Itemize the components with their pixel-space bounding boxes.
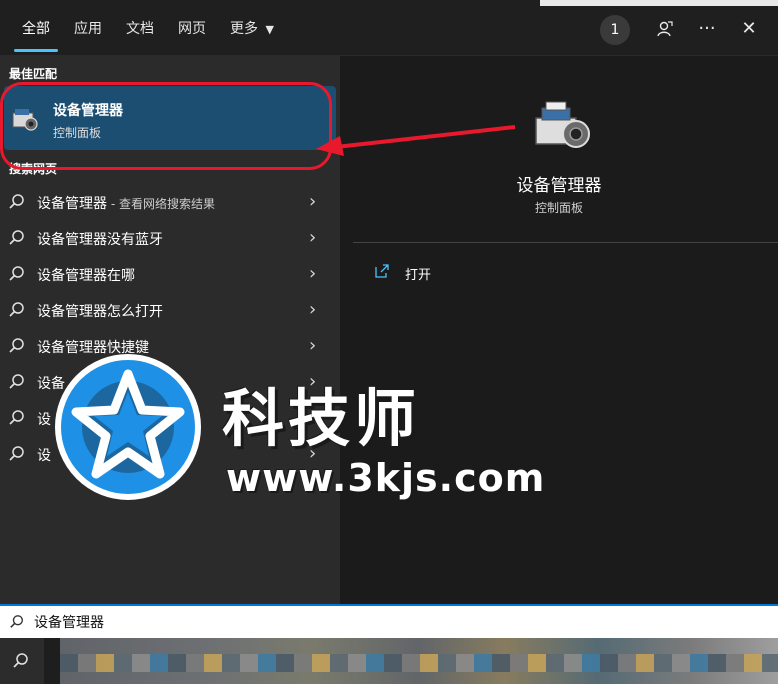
divider bbox=[353, 242, 778, 243]
tab-more-label: 更多 bbox=[230, 21, 258, 37]
rewards-badge[interactable]: 1 bbox=[600, 15, 630, 45]
chevron-right-icon: › bbox=[309, 299, 317, 320]
blurred-taskbar-apps bbox=[60, 654, 778, 672]
taskbar bbox=[0, 638, 778, 684]
search-icon bbox=[13, 653, 28, 668]
watermark-title: 科技师 bbox=[222, 382, 421, 455]
feedback-icon[interactable] bbox=[650, 14, 680, 44]
open-action-label: 打开 bbox=[405, 268, 432, 283]
detail-title: 设备管理器 bbox=[516, 176, 602, 196]
tab-more[interactable]: 更多 ▼ bbox=[230, 18, 274, 38]
chevron-right-icon: › bbox=[309, 335, 317, 356]
web-result-item[interactable]: 设备管理器 - 查看网络搜索结果 › bbox=[0, 184, 340, 220]
tab-documents[interactable]: 文档 bbox=[126, 18, 154, 38]
close-icon[interactable]: ✕ bbox=[734, 14, 764, 44]
search-icon bbox=[9, 194, 24, 209]
tab-apps[interactable]: 应用 bbox=[74, 18, 102, 38]
active-tab-indicator bbox=[14, 49, 58, 52]
search-icon bbox=[9, 410, 24, 425]
web-result-text: 设备管理器没有蓝牙 bbox=[37, 232, 163, 248]
chevron-down-icon: ▼ bbox=[265, 23, 274, 36]
annotation-arrow bbox=[316, 125, 516, 156]
web-result-item[interactable]: 设备管理器没有蓝牙 › bbox=[0, 220, 340, 256]
search-input[interactable] bbox=[34, 610, 734, 634]
search-box bbox=[0, 604, 778, 638]
tab-web[interactable]: 网页 bbox=[178, 18, 206, 38]
web-result-item[interactable]: 设备管理器在哪 › bbox=[0, 256, 340, 292]
web-result-text: 设备管理器 - 查看网络搜索结果 bbox=[37, 196, 215, 212]
ellipsis-icon[interactable]: ··· bbox=[692, 14, 722, 44]
search-icon bbox=[10, 615, 23, 628]
watermark-logo bbox=[55, 354, 201, 500]
search-icon bbox=[9, 446, 24, 461]
watermark-url: www.3kjs.com bbox=[226, 456, 546, 500]
web-result-text: 设备管理器怎么打开 bbox=[37, 304, 163, 320]
search-icon bbox=[9, 374, 24, 389]
web-result-item[interactable]: 设备管理器怎么打开 › bbox=[0, 292, 340, 328]
search-icon bbox=[9, 230, 24, 245]
chevron-right-icon: › bbox=[309, 227, 317, 248]
open-icon bbox=[375, 264, 389, 278]
web-result-text: 设备管理器在哪 bbox=[37, 268, 135, 284]
background-window-strip bbox=[540, 0, 778, 6]
chevron-right-icon: › bbox=[309, 263, 317, 284]
taskbar-search-button[interactable] bbox=[0, 638, 44, 684]
open-action[interactable]: 打开 bbox=[374, 261, 574, 285]
chevron-right-icon: › bbox=[309, 191, 317, 212]
search-icon bbox=[9, 302, 24, 317]
device-manager-large-icon bbox=[535, 101, 590, 148]
annotation-circle bbox=[0, 82, 332, 170]
best-match-heading: 最佳匹配 bbox=[9, 67, 58, 81]
search-icon bbox=[9, 338, 24, 353]
search-tab-bar: 全部 应用 文档 网页 更多 ▼ 1 ··· ✕ bbox=[0, 0, 778, 56]
detail-subtitle: 控制面板 bbox=[534, 201, 583, 215]
tab-all[interactable]: 全部 bbox=[22, 18, 50, 38]
search-icon bbox=[9, 266, 24, 281]
